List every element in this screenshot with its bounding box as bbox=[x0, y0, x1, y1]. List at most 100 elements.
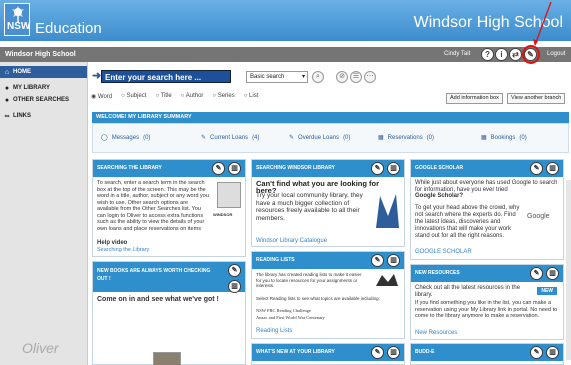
overdue-icon: ✎ bbox=[289, 135, 295, 141]
reading-lists-link[interactable]: Reading Lists bbox=[256, 328, 400, 335]
overdue-loans-link[interactable]: ✎ Overdue Loans (0) bbox=[289, 134, 351, 142]
panel-title: GOOGLE SCHOLAR bbox=[415, 165, 464, 171]
reading-list-item[interactable]: Anzac and First World War Centenary bbox=[256, 314, 400, 321]
radio-word[interactable]: ◉ Word bbox=[91, 93, 112, 100]
radio-series[interactable]: ○ Series bbox=[212, 93, 234, 100]
radio-subject[interactable]: ○ Subject bbox=[121, 93, 146, 100]
windsor-catalogue-link[interactable]: Windsor Library Catalogue bbox=[256, 238, 400, 245]
search-mode-value: Basic search bbox=[250, 74, 285, 80]
search-go-icon[interactable]: ⌕ bbox=[312, 71, 324, 83]
book-cover-image bbox=[153, 352, 181, 365]
panel-title: WHAT'S NEW AT YOUR LIBRARY bbox=[256, 349, 335, 355]
messages-link[interactable]: ◯ Messages (0) bbox=[101, 134, 151, 142]
edit-icon[interactable]: ✎ bbox=[212, 162, 225, 175]
summary-count: (4) bbox=[252, 134, 260, 141]
panel-windsor-library: SEARCHING WINDSOR LIBRARY ✎ ▥ Can't find … bbox=[251, 159, 405, 247]
search-input[interactable]: Enter your search here ... bbox=[101, 70, 231, 83]
link-icon: ∞ bbox=[4, 112, 10, 120]
add-information-button[interactable]: Add information box bbox=[446, 93, 503, 104]
help-video-title: Help video bbox=[97, 240, 128, 246]
oliver-logo: Oliver bbox=[22, 340, 59, 356]
panel-title: SEARCHING THE LIBRARY bbox=[97, 165, 162, 171]
delete-icon[interactable]: ▥ bbox=[387, 346, 400, 359]
summary-label: Bookings bbox=[490, 134, 516, 141]
summary-count: (0) bbox=[519, 134, 527, 141]
delete-icon[interactable]: ▥ bbox=[228, 162, 241, 175]
current-loans-link[interactable]: ✎ Current Loans (4) bbox=[201, 134, 260, 142]
delete-icon[interactable]: ▥ bbox=[228, 280, 241, 293]
search-mode-select[interactable]: Basic search ▾ bbox=[246, 71, 308, 83]
book-edit-icon: ✎ bbox=[201, 135, 207, 141]
edit-icon[interactable]: ✎ bbox=[371, 254, 384, 267]
panel-body-2: If you find something you like in the li… bbox=[415, 300, 558, 319]
radio-label: Series bbox=[217, 93, 235, 99]
sidebar-item-links[interactable]: ∞ LINKS bbox=[3, 110, 32, 122]
panel-new-resources: NEW RESOURCES ✎ ▥ NEW Check out all the l… bbox=[410, 264, 564, 340]
library-image bbox=[217, 182, 241, 208]
summary-row: ◯ Messages (0) ✎ Current Loans (4) ✎ Overdue … bbox=[92, 123, 569, 153]
bookings-link[interactable]: ▦ Bookings (0) bbox=[481, 134, 527, 142]
delete-icon[interactable]: ▥ bbox=[387, 254, 400, 267]
new-resources-link[interactable]: New Resources bbox=[415, 330, 559, 337]
summary-label: Current Loans bbox=[210, 134, 249, 141]
edit-icon[interactable]: ✎ bbox=[530, 346, 543, 359]
search-bar: ➜ Enter your search here ... Basic searc… bbox=[90, 68, 571, 88]
reading-image bbox=[374, 272, 400, 288]
red-arrow-annotation bbox=[533, 1, 552, 46]
sidebar-item-label: HOME bbox=[13, 69, 31, 75]
panel-google-scholar: GOOGLE SCHOLAR ✎ ▥ While just about every… bbox=[410, 159, 564, 260]
edit-icon[interactable]: ✎ bbox=[371, 346, 384, 359]
reading-list-item[interactable]: NSW PRC Reading Challenge bbox=[256, 307, 400, 314]
panel-title: READING LISTS bbox=[256, 257, 295, 263]
google-scholar-link[interactable]: GOOGLE SCHOLAR bbox=[415, 249, 559, 256]
tools-icon[interactable]: ☰ bbox=[350, 71, 362, 83]
panel-body-2: Select Reading lists to see what topics … bbox=[256, 296, 380, 301]
panel-new-books: NEW BOOKS ARE ALWAYS WORTH CHECKING OUT … bbox=[92, 261, 246, 365]
calendar-icon: ▦ bbox=[378, 135, 384, 141]
reservations-link[interactable]: ▦ Reservations (0) bbox=[378, 134, 434, 142]
radio-title[interactable]: ○ Title bbox=[155, 93, 171, 100]
panel-header: SEARCHING WINDSOR LIBRARY ✎ ▥ bbox=[252, 160, 404, 177]
view-branch-button[interactable]: View another branch bbox=[507, 93, 566, 104]
edit-icon[interactable]: ✎ bbox=[371, 162, 384, 175]
radio-label: Title bbox=[160, 93, 172, 99]
edit-icon[interactable]: ✎ bbox=[530, 162, 543, 175]
search-type-options: ◉ Word ○ Subject ○ Title ○ Author ○ Seri… bbox=[91, 93, 258, 100]
panel-body: Check out all the latest resources in th… bbox=[415, 285, 521, 298]
delete-icon[interactable]: ▥ bbox=[546, 162, 559, 175]
panel-title: SEARCHING WINDSOR LIBRARY bbox=[256, 165, 335, 171]
radio-list[interactable]: ○ List bbox=[244, 93, 259, 100]
sidebar-item-label: MY LIBRARY bbox=[13, 85, 51, 91]
help-video-link[interactable]: Searching the Library bbox=[97, 247, 241, 254]
windsor-logo-icon bbox=[376, 194, 399, 228]
sidebar-item-my-library[interactable]: ● MY LIBRARY bbox=[3, 82, 50, 94]
sidebar: ⌂ HOME ● MY LIBRARY ● OTHER SEARCHES ∞ L… bbox=[0, 62, 88, 365]
panel-body: The library has created reading lists to… bbox=[256, 272, 362, 288]
delete-icon[interactable]: ▥ bbox=[546, 267, 559, 280]
scrollbar[interactable] bbox=[566, 180, 571, 360]
clear-icon[interactable]: ⊘ bbox=[336, 71, 348, 83]
panel-searching-library: SEARCHING THE LIBRARY ✎ ▥ To search, ente… bbox=[92, 159, 246, 257]
panel-header: WHAT'S NEW AT YOUR LIBRARY ✎ ▥ bbox=[252, 344, 404, 361]
new-badge: NEW bbox=[537, 287, 557, 295]
edit-icon[interactable]: ✎ bbox=[530, 267, 543, 280]
sidebar-item-other-searches[interactable]: ● OTHER SEARCHES bbox=[3, 94, 69, 106]
radio-author[interactable]: ○ Author bbox=[181, 93, 204, 100]
options-icon[interactable]: ⋯ bbox=[364, 71, 376, 83]
edit-icon[interactable]: ✎ bbox=[228, 264, 241, 277]
delete-icon[interactable]: ▥ bbox=[546, 346, 559, 359]
radio-label: Word bbox=[97, 94, 113, 100]
speech-bubble-icon: ◯ bbox=[101, 135, 108, 141]
panel-body: Try your local community library, they h… bbox=[256, 192, 363, 222]
summary-header: WELCOME! MY LIBRARY SUMMARY bbox=[92, 112, 569, 123]
delete-icon[interactable]: ▥ bbox=[387, 162, 400, 175]
summary-count: (0) bbox=[143, 134, 151, 141]
home-icon: ⌂ bbox=[4, 68, 10, 76]
summary-count: (0) bbox=[343, 134, 351, 141]
person-icon: ● bbox=[4, 84, 10, 92]
summary-label: Messages bbox=[111, 134, 140, 141]
sidebar-item-home[interactable]: ⌂ HOME bbox=[0, 66, 87, 78]
radio-label: Subject bbox=[126, 93, 147, 99]
radio-label: Author bbox=[185, 93, 204, 99]
panel-title: BUDD-E bbox=[415, 349, 435, 355]
